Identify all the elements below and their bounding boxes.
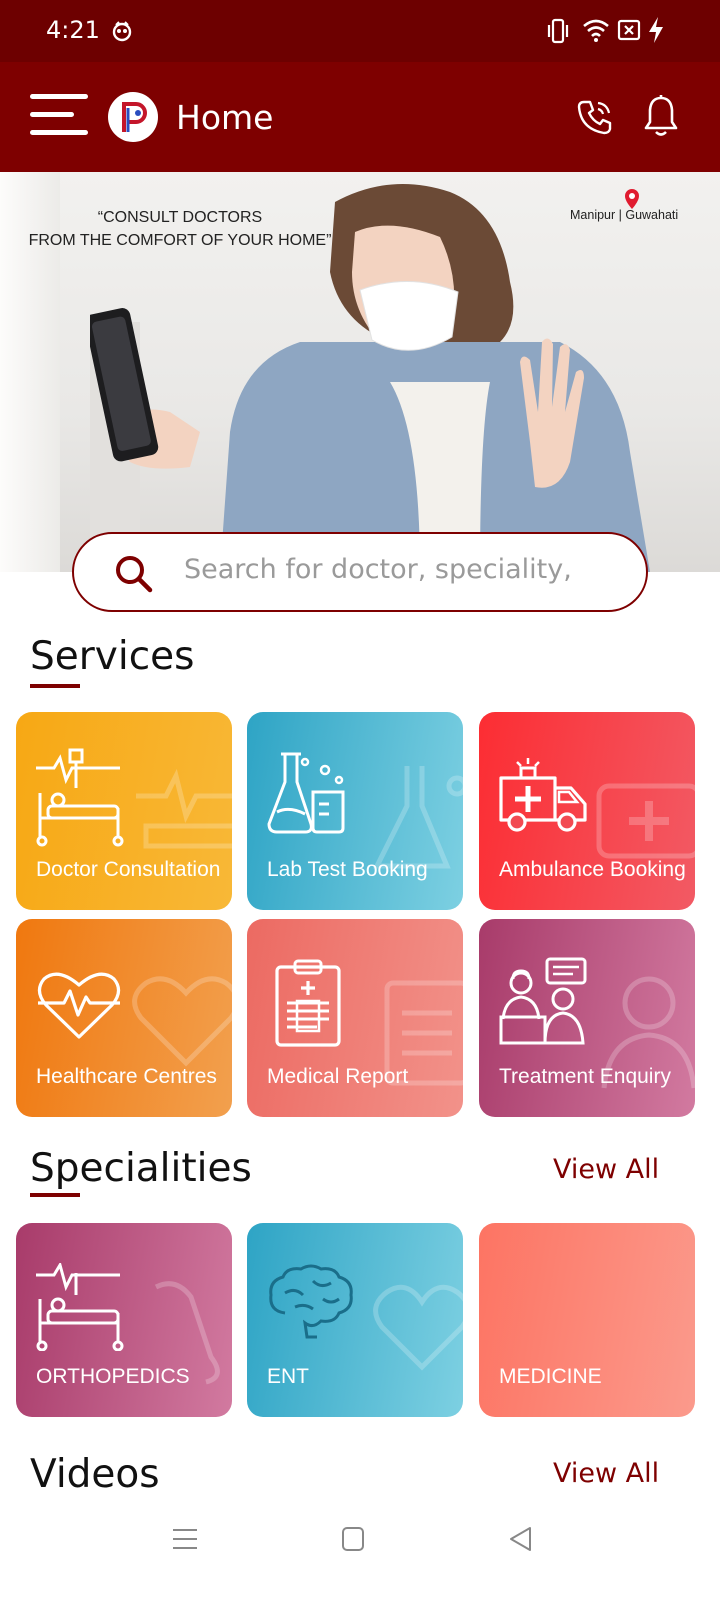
videos-view-all-link[interactable]: View All [553, 1458, 659, 1489]
service-card-ambulance-booking[interactable]: Ambulance Booking [479, 712, 695, 910]
services-title: Services [30, 634, 195, 679]
specialities-underline [30, 1193, 80, 1197]
service-card-lab-test-booking[interactable]: Lab Test Booking [247, 712, 463, 910]
search-bar[interactable]: Search for doctor, speciality, [72, 532, 648, 612]
hospital-bed-ghost-icon [126, 756, 232, 871]
service-label: Treatment Enquiry [499, 1065, 671, 1088]
services-underline [30, 684, 80, 688]
heart-ghost-icon [126, 963, 232, 1078]
service-label: Lab Test Booking [267, 858, 428, 881]
status-time: 4:21 [46, 16, 100, 44]
hero-banner: “CONSULT DOCTORS FROM THE COMFORT OF YOU… [0, 172, 720, 572]
notification-icon [110, 20, 134, 47]
hero-quote-line1: “CONSULT DOCTORS [97, 209, 263, 226]
search-input[interactable]: Search for doctor, speciality, [184, 554, 572, 585]
service-card-medical-report[interactable]: Medical Report [247, 919, 463, 1117]
wifi-icon [582, 18, 610, 47]
back-button-icon[interactable] [508, 1526, 534, 1557]
charging-icon [647, 16, 665, 49]
page-title: Home [176, 98, 274, 137]
bell-icon[interactable] [643, 94, 679, 143]
search-icon [114, 554, 154, 599]
heartbeat-icon [34, 967, 124, 1046]
service-label: Medical Report [267, 1065, 409, 1088]
phone-icon[interactable] [575, 97, 615, 142]
service-card-doctor-consultation[interactable]: Doctor Consultation [16, 712, 232, 910]
recent-apps-icon[interactable] [172, 1526, 198, 1557]
service-card-treatment-enquiry[interactable]: Treatment Enquiry [479, 919, 695, 1117]
hero-quote-line2: FROM THE COMFORT OF YOUR HOME” [28, 232, 332, 249]
speciality-card-ent[interactable]: ENT [247, 1223, 463, 1417]
ambulance-icon [497, 756, 589, 841]
speciality-label: ORTHOPEDICS [36, 1365, 190, 1388]
service-label: Ambulance Booking [499, 858, 686, 881]
hospital-bed-icon [34, 748, 124, 853]
ambulance-ghost-icon [589, 756, 695, 871]
menu-icon[interactable] [30, 92, 90, 138]
clipboard-report-icon [273, 957, 345, 1054]
lab-flask-icon [265, 748, 355, 843]
home-button-icon[interactable] [341, 1526, 365, 1557]
speciality-label: MEDICINE [499, 1365, 602, 1388]
speciality-label: ENT [267, 1365, 309, 1388]
app-bar: Home [0, 62, 720, 172]
service-label: Doctor Consultation [36, 858, 221, 881]
hospital-bed-icon [34, 1261, 124, 1356]
brain-icon [265, 1263, 357, 1348]
location-text: Manipur | Guwahati [570, 208, 679, 222]
hero-quote: “CONSULT DOCTORS FROM THE COMFORT OF YOU… [20, 206, 340, 252]
speciality-card-medicine[interactable]: MEDICINE [479, 1223, 695, 1417]
doctor-consult-icon [499, 957, 589, 1050]
service-label: Healthcare Centres [36, 1065, 217, 1088]
specialities-view-all-link[interactable]: View All [553, 1154, 659, 1185]
system-navigation-bar [0, 1488, 720, 1600]
app-logo[interactable] [108, 92, 158, 142]
specialities-title: Specialities [30, 1146, 252, 1191]
no-sim-icon [617, 18, 641, 47]
service-card-healthcare-centres[interactable]: Healthcare Centres [16, 919, 232, 1117]
speciality-card-orthopedics[interactable]: ORTHOPEDICS [16, 1223, 232, 1417]
status-bar: 4:21 [0, 0, 720, 62]
vibrate-icon [546, 18, 570, 49]
